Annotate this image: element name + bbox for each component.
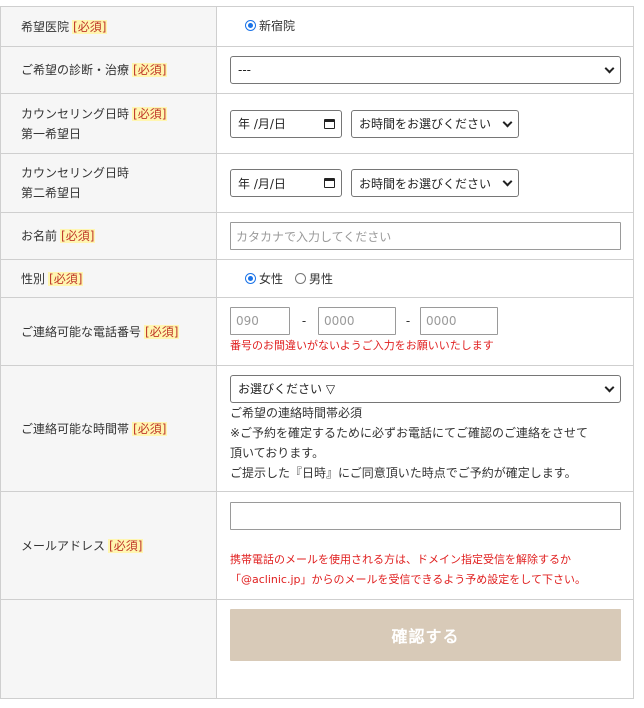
phone-input-2[interactable]: 0000 [318, 307, 396, 335]
phone-input-3[interactable]: 0000 [420, 307, 498, 335]
contact-time-note-3: 頂いております。 [230, 445, 325, 460]
confirm-button-label: 確認する [391, 627, 460, 646]
counsel1-date-value: 年 /月/日 [238, 117, 286, 131]
clinic-label-text: 希望医院 [21, 19, 70, 34]
email-input[interactable] [230, 501, 621, 530]
clinic-radio-shinjuku[interactable] [245, 20, 256, 31]
contact-time-field: お選びください ▽ ご希望の連絡時間帯必須 ※ご予約を確定するために必ずお電話に… [216, 365, 634, 492]
required-badge: [必須] [144, 324, 180, 339]
counsel2-time-value: お時間をお選びください [359, 176, 492, 191]
required-badge: [必須] [48, 271, 84, 286]
phone-dash: - [405, 314, 411, 328]
name-label-text: お名前 [21, 229, 58, 243]
calendar-icon[interactable] [324, 118, 335, 129]
email-label: メールアドレス [必須] [0, 491, 217, 600]
email-note-2: 「@aclinic.jp」からのメールを受信できるよう予め設定をして下さい。 [230, 572, 586, 586]
counsel1-sub-label: 第一希望日 [21, 126, 82, 141]
row-treatment: ご希望の診断・治療 [必須] --- [0, 46, 634, 94]
row-name: お名前 [必須] カタカナで入力してください [0, 212, 634, 260]
row-email: メールアドレス [必須] 携帯電話のメールを使用される方は、ドメイン指定受信を解除… [0, 491, 634, 600]
treatment-label-text: ご希望の診断・治療 [21, 63, 130, 77]
name-input[interactable]: カタカナで入力してください [230, 222, 621, 250]
required-badge: [必須] [132, 421, 168, 436]
row-contact-time: ご連絡可能な時間帯 [必須] お選びください ▽ ご希望の連絡時間帯必須 ※ご予約… [0, 365, 634, 492]
clinic-option-label[interactable]: 新宿院 [259, 17, 295, 34]
phone-input-3-placeholder: 0000 [426, 314, 457, 328]
row-counsel-2: カウンセリング日時 第二希望日 年 /月/日 お時間をお選びください [0, 153, 634, 213]
contact-time-label-text: ご連絡可能な時間帯 [21, 421, 130, 436]
chevron-down-icon [502, 178, 512, 188]
phone-input-1-placeholder: 090 [236, 314, 259, 328]
counsel2-sub-label: 第二希望日 [21, 186, 82, 200]
counsel2-field: 年 /月/日 お時間をお選びください [216, 153, 634, 213]
gender-radio-female[interactable] [245, 273, 256, 284]
counsel2-date-input[interactable]: 年 /月/日 [230, 169, 342, 197]
name-input-placeholder: カタカナで入力してください [236, 229, 392, 244]
row-phone: ご連絡可能な電話番号 [必須] 090 - 0000 - 0000 番号のお間違い… [0, 297, 634, 366]
submit-label-cell [0, 599, 217, 699]
phone-dash: - [301, 314, 307, 328]
counsel1-label: カウンセリング日時 [必須] 第一希望日 [0, 93, 217, 154]
clinic-field: 新宿院 [216, 6, 634, 47]
counsel2-label: カウンセリング日時 第二希望日 [0, 153, 217, 213]
required-badge: [必須] [72, 19, 108, 34]
counsel1-time-select[interactable]: お時間をお選びください [351, 109, 519, 138]
phone-input-1[interactable]: 090 [230, 307, 290, 335]
required-badge: [必須] [108, 538, 144, 553]
treatment-field: --- [216, 46, 634, 94]
reservation-form: 希望医院 [必須] 新宿院 ご希望の診断・治療 [必須] --- カウンセリング日時… [0, 6, 634, 699]
gender-label-text: 性別 [21, 271, 46, 286]
counsel1-label-text: カウンセリング日時 [21, 106, 130, 121]
treatment-select[interactable]: --- [230, 56, 621, 84]
contact-time-label: ご連絡可能な時間帯 [必須] [0, 365, 217, 492]
confirm-button[interactable]: 確認する [230, 609, 621, 661]
phone-field: 090 - 0000 - 0000 番号のお間違いがないようご入力をお願いいたし… [216, 297, 634, 366]
contact-time-note-4: ご提示した『日時』にご同意頂いた時点でご予約が確定します。 [230, 465, 577, 480]
counsel2-time-select[interactable]: お時間をお選びください [351, 169, 519, 197]
chevron-down-icon [604, 384, 614, 394]
gender-radio-male[interactable] [295, 273, 307, 284]
required-badge: [必須] [60, 229, 96, 243]
row-clinic: 希望医院 [必須] 新宿院 [0, 6, 634, 47]
counsel2-date-value: 年 /月/日 [238, 176, 286, 191]
row-counsel-1: カウンセリング日時 [必須] 第一希望日 年 /月/日 お時間をお選びください [0, 93, 634, 154]
submit-field: 確認する [216, 599, 634, 699]
email-label-text: メールアドレス [21, 538, 106, 553]
treatment-label: ご希望の診断・治療 [必須] [0, 46, 217, 94]
row-submit: 確認する [0, 599, 634, 699]
counsel1-date-input[interactable]: 年 /月/日 [230, 109, 342, 138]
gender-label: 性別 [必須] [0, 259, 217, 298]
gender-female-label[interactable]: 女性 [259, 270, 283, 287]
required-badge: [必須] [132, 106, 168, 121]
row-gender: 性別 [必須] 女性 男性 [0, 259, 634, 298]
clinic-label: 希望医院 [必須] [0, 6, 217, 47]
chevron-down-icon [502, 119, 512, 129]
phone-note: 番号のお間違いがないようご入力をお願いいたします [230, 339, 494, 352]
chevron-down-icon [604, 65, 614, 75]
phone-label-text: ご連絡可能な電話番号 [21, 324, 142, 339]
email-field: 携帯電話のメールを使用される方は、ドメイン指定受信を解除するか 「@aclini… [216, 491, 634, 600]
phone-input-2-placeholder: 0000 [324, 314, 355, 328]
gender-male-label[interactable]: 男性 [309, 270, 333, 287]
name-label: お名前 [必須] [0, 212, 217, 260]
contact-time-select-value: お選びください ▽ [238, 382, 336, 396]
treatment-select-value: --- [238, 63, 251, 77]
contact-time-note-1: ご希望の連絡時間帯必須 [230, 405, 363, 420]
counsel2-label-text: カウンセリング日時 [21, 166, 130, 180]
name-field: カタカナで入力してください [216, 212, 634, 260]
email-note-1: 携帯電話のメールを使用される方は、ドメイン指定受信を解除するか [230, 552, 571, 566]
counsel1-time-value: お時間をお選びください [359, 117, 492, 131]
phone-label: ご連絡可能な電話番号 [必須] [0, 297, 217, 366]
gender-field: 女性 男性 [216, 259, 634, 298]
counsel1-field: 年 /月/日 お時間をお選びください [216, 93, 634, 154]
contact-time-note-2: ※ご予約を確定するために必ずお電話にてご確認のご連絡をさせて [230, 425, 589, 440]
calendar-icon[interactable] [324, 178, 335, 188]
contact-time-select[interactable]: お選びください ▽ [230, 374, 621, 403]
required-badge: [必須] [132, 63, 168, 77]
